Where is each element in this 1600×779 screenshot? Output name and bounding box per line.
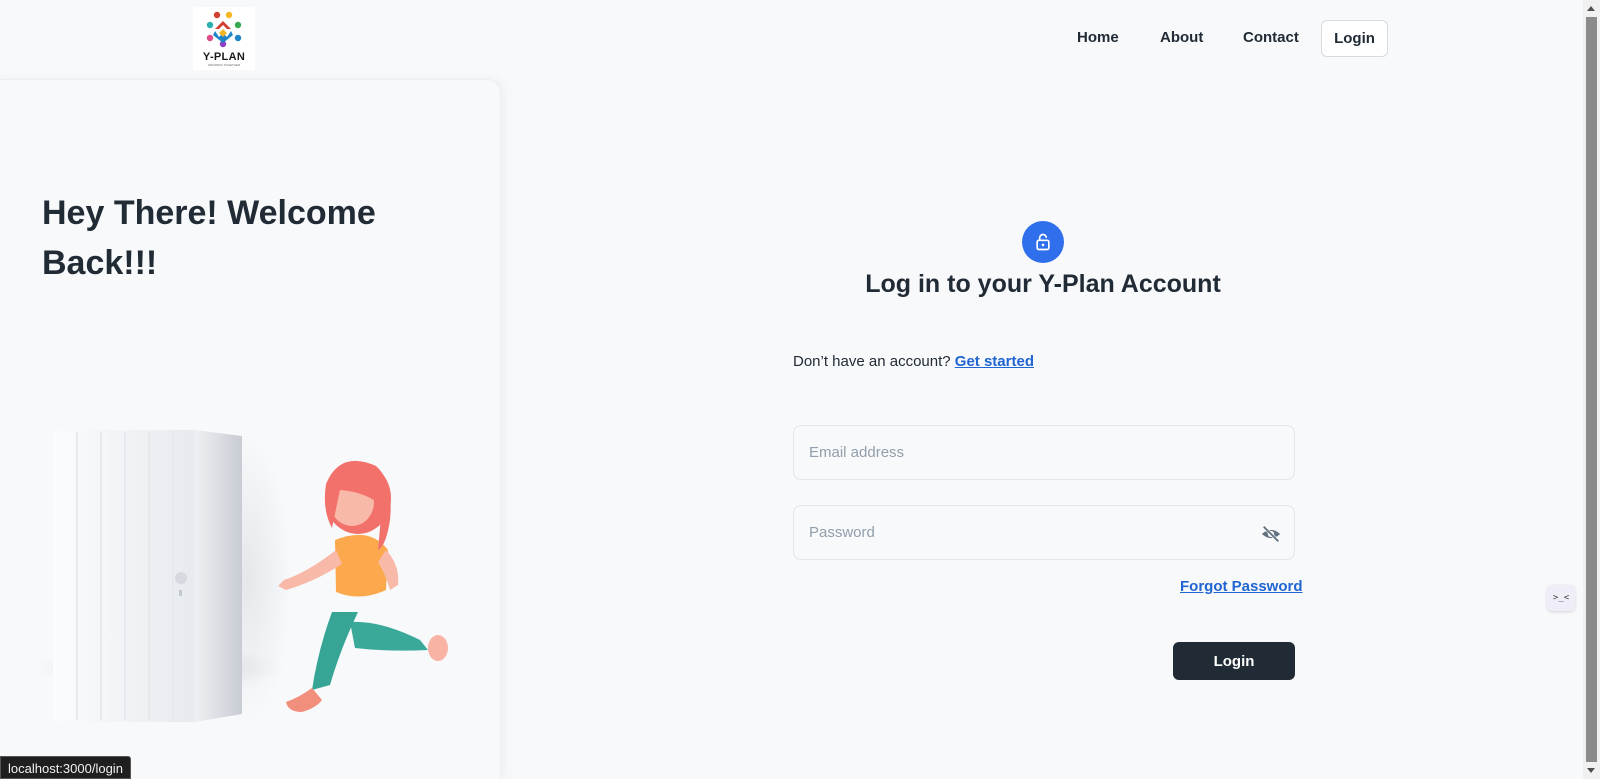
side-widget-button[interactable]: >_< <box>1547 585 1575 611</box>
nav-about-link[interactable]: About <box>1160 20 1203 56</box>
welcome-heading: Hey There! Welcome Back!!! <box>42 194 376 282</box>
scroll-up-arrow-icon[interactable] <box>1587 6 1595 11</box>
page-scrollbar[interactable] <box>1583 0 1600 779</box>
get-started-link[interactable]: Get started <box>955 353 1034 370</box>
email-field-wrapper <box>793 425 1295 480</box>
scroll-thumb[interactable] <box>1586 17 1597 762</box>
status-bar-url: localhost:3000/login <box>0 756 131 779</box>
eye-off-icon[interactable] <box>1260 523 1282 545</box>
form-title: Log in to your Y-Plan Account <box>865 270 1221 298</box>
nav-login-button[interactable]: Login <box>1321 20 1388 57</box>
main-nav: Home About Contact Login <box>0 20 1583 57</box>
email-field[interactable] <box>794 426 1294 479</box>
signup-prompt-text: Don’t have an account? <box>793 353 951 370</box>
nav-home-link[interactable]: Home <box>1077 20 1119 56</box>
welcome-panel: Hey There! Welcome Back!!! <box>0 79 501 779</box>
password-field[interactable] <box>794 506 1294 559</box>
password-field-wrapper <box>793 505 1295 560</box>
site-header: Y-PLAN GROWING TOGETHER Home About Conta… <box>0 0 1583 78</box>
logo-tagline: GROWING TOGETHER <box>207 63 241 67</box>
signup-prompt: Don’t have an account? Get started <box>793 353 1034 370</box>
login-submit-button[interactable]: Login <box>1173 642 1295 680</box>
forgot-password-link[interactable]: Forgot Password <box>1180 578 1303 595</box>
girl-running-through-door-illustration <box>40 430 448 724</box>
lock-open-icon <box>1022 221 1064 263</box>
nav-contact-link[interactable]: Contact <box>1243 20 1299 56</box>
scroll-down-arrow-icon[interactable] <box>1587 768 1595 773</box>
